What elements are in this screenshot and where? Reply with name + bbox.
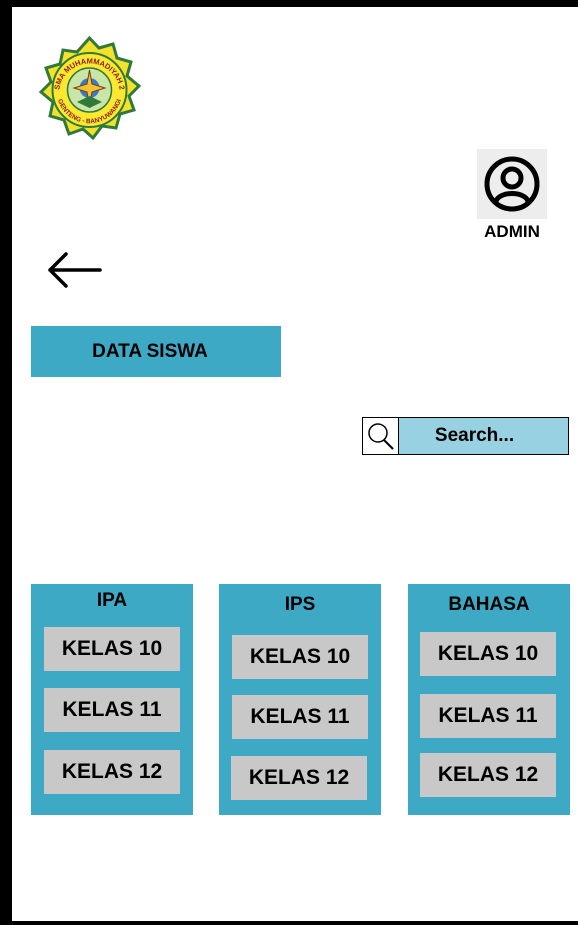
kelas-12-button[interactable]: KELAS 12 bbox=[231, 756, 367, 800]
search-input[interactable]: Search... bbox=[399, 418, 568, 454]
search-button[interactable] bbox=[363, 418, 399, 454]
panel-title: IPA bbox=[96, 590, 128, 611]
arrow-left-icon bbox=[48, 252, 102, 288]
kelas-10-button[interactable]: KELAS 10 bbox=[44, 627, 180, 671]
user-circle-icon bbox=[484, 156, 540, 212]
admin-profile-button[interactable] bbox=[477, 149, 547, 219]
kelas-11-button[interactable]: KELAS 11 bbox=[44, 688, 180, 732]
search-icon bbox=[367, 423, 394, 450]
kelas-11-button[interactable]: KELAS 11 bbox=[232, 695, 368, 739]
kelas-10-button[interactable]: KELAS 10 bbox=[232, 635, 368, 679]
school-logo: SMA MUHAMMADIYAH 2 GENTENG - BANYUWANGI bbox=[33, 34, 146, 147]
panel-title: BAHASA bbox=[448, 594, 530, 615]
panel-title: IPS bbox=[284, 594, 316, 615]
search-bar[interactable]: Search... bbox=[362, 417, 569, 455]
panel-ipa: IPA KELAS 10 KELAS 11 KELAS 12 bbox=[31, 584, 193, 815]
kelas-12-button[interactable]: KELAS 12 bbox=[44, 750, 180, 794]
back-button[interactable] bbox=[46, 250, 102, 290]
admin-label: ADMIN bbox=[484, 222, 540, 241]
kelas-10-button[interactable]: KELAS 10 bbox=[420, 632, 556, 676]
page-title: DATA SISWA bbox=[31, 326, 281, 377]
kelas-11-button[interactable]: KELAS 11 bbox=[420, 694, 556, 738]
panel-bahasa: BAHASA KELAS 10 KELAS 11 KELAS 12 bbox=[408, 584, 570, 815]
kelas-12-button[interactable]: KELAS 12 bbox=[420, 753, 556, 797]
panel-ips: IPS KELAS 10 KELAS 11 KELAS 12 bbox=[219, 584, 381, 815]
